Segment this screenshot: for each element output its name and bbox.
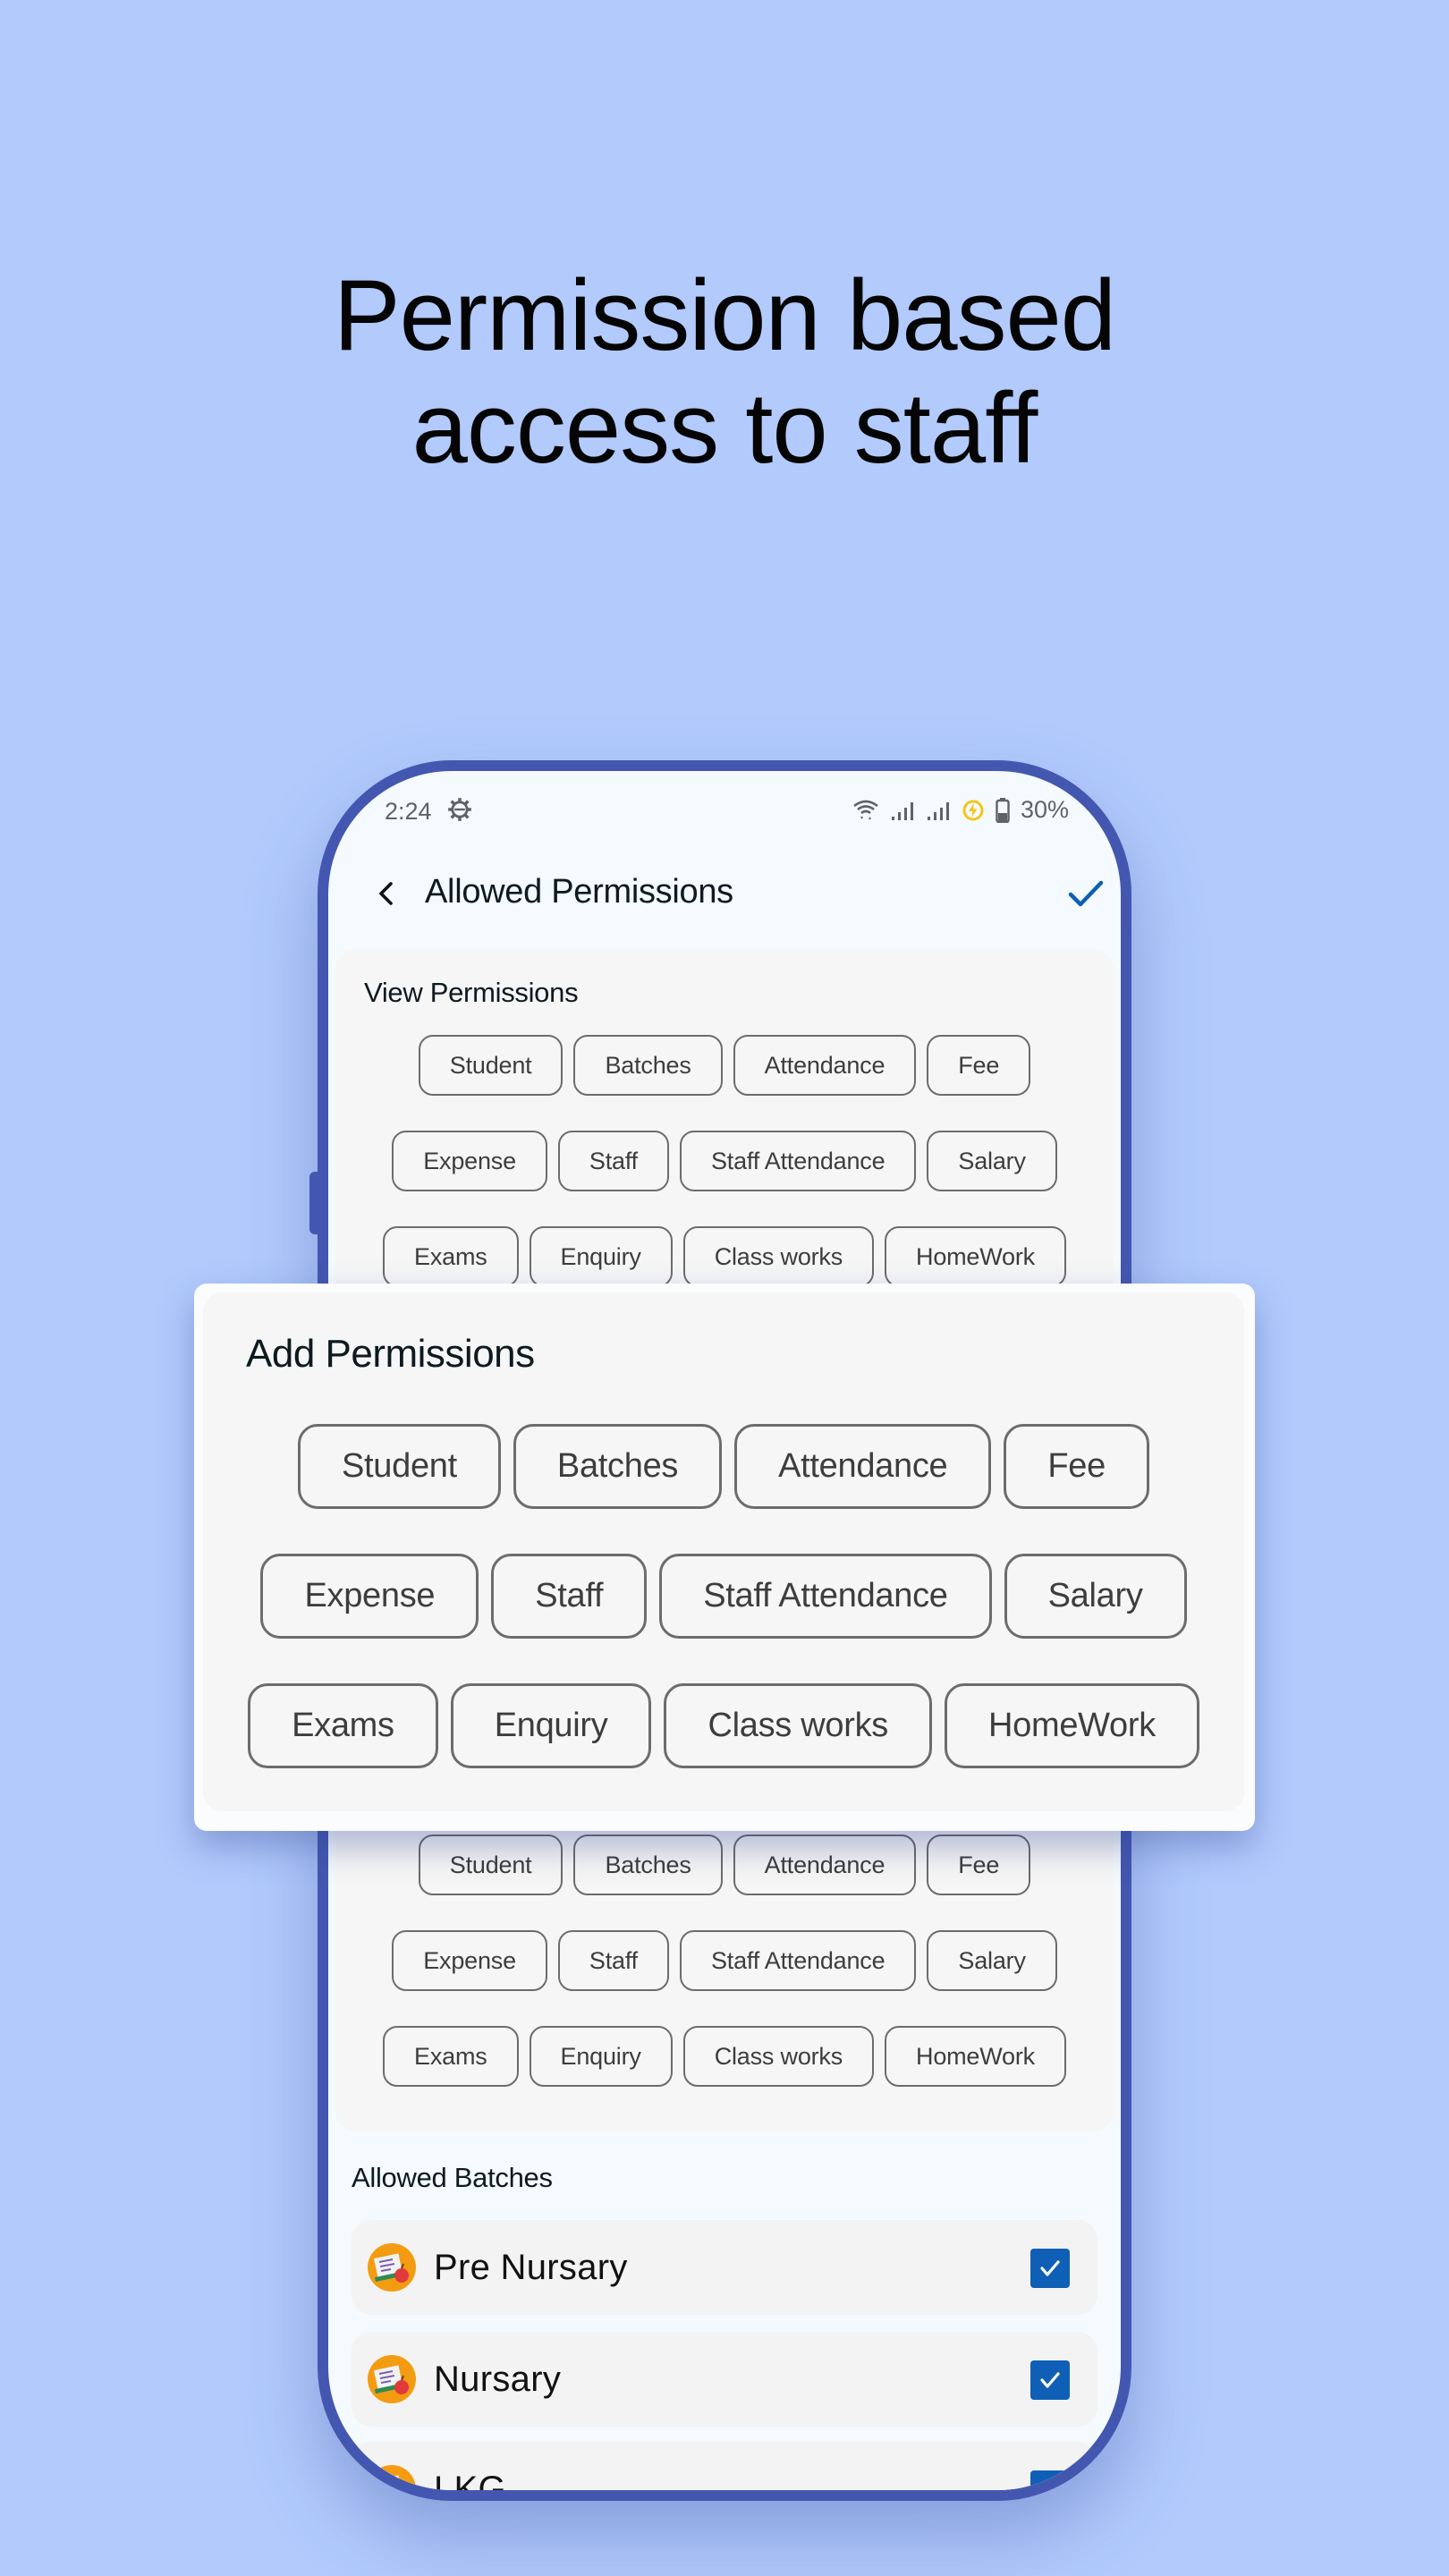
headline: Permission based access to staff [0,259,1449,485]
wifi-icon [853,800,878,819]
add-chip-expense[interactable]: Expense [260,1554,479,1639]
lower-chip-staff-attendance[interactable]: Staff Attendance [679,1930,917,1991]
add-chip-exams[interactable]: Exams [248,1683,438,1768]
batch-name: LKG [434,2470,506,2501]
settings-gear-icon [448,798,471,821]
checkmark-icon [1040,2482,1060,2490]
view-permissions-row-1: Student Batches Attendance Fee [335,1035,1114,1096]
view-chip-class-works[interactable]: Class works [682,1226,875,1287]
lower-chip-class-works[interactable]: Class works [682,2026,875,2087]
batch-checkbox-checked[interactable] [1030,2470,1070,2490]
add-chip-fee[interactable]: Fee [1004,1424,1149,1509]
lower-permissions-row-3: Exams Enquiry Class works HomeWork [335,2026,1114,2087]
lower-chip-student[interactable]: Student [418,1835,564,1895]
add-permissions-row-2: Expense Staff Staff Attendance Salary [203,1554,1244,1639]
headline-line-1: Permission based [333,259,1116,371]
lower-chip-expense[interactable]: Expense [392,1930,547,1991]
add-chip-homework[interactable]: HomeWork [944,1683,1199,1768]
add-permissions-panel: Add Permissions Student Batches Attendan… [203,1292,1244,1811]
add-chip-batches[interactable]: Batches [513,1424,723,1509]
batch-item[interactable]: Pre Nursary [352,2220,1097,2315]
batch-book-icon [368,2465,416,2490]
headline-line-2: access to staff [411,372,1038,484]
add-permissions-heading: Add Permissions [246,1332,535,1376]
view-permissions-heading: View Permissions [364,977,579,1008]
checkmark-icon[interactable] [1063,871,1108,916]
add-chip-salary[interactable]: Salary [1004,1554,1187,1639]
view-permissions-row-3: Exams Enquiry Class works HomeWork [335,1226,1114,1287]
batch-item[interactable]: LKG [352,2442,1097,2501]
battery-percent: 30% [1020,796,1069,823]
signal-icon-1 [891,801,913,820]
view-chip-staff[interactable]: Staff [557,1131,669,1191]
allowed-batches-heading: Allowed Batches [352,2162,553,2193]
lower-chip-attendance[interactable]: Attendance [733,1835,917,1895]
add-permissions-callout: Add Permissions Student Batches Attendan… [194,1284,1255,1831]
batch-item[interactable]: Nursary [352,2332,1097,2427]
batch-book-icon [368,2243,416,2292]
checkmark-icon [1040,2372,1060,2388]
lower-chip-exams[interactable]: Exams [383,2026,519,2087]
add-chip-student[interactable]: Student [298,1424,501,1509]
batch-name: Pre Nursary [434,2248,628,2287]
view-chip-exams[interactable]: Exams [383,1226,519,1287]
battery-icon [996,797,1010,823]
lower-chip-salary[interactable]: Salary [927,1930,1057,1991]
view-chip-attendance[interactable]: Attendance [733,1035,917,1096]
view-chip-batches[interactable]: Batches [573,1035,723,1096]
add-permissions-row-3: Exams Enquiry Class works HomeWork [203,1683,1244,1768]
batch-checkbox-checked[interactable] [1030,2360,1070,2400]
view-chip-fee[interactable]: Fee [927,1035,1031,1096]
batch-name: Nursary [434,2360,562,2399]
lower-chip-batches[interactable]: Batches [573,1835,723,1895]
add-chip-class-works[interactable]: Class works [664,1683,932,1768]
view-chip-homework[interactable]: HomeWork [885,1226,1066,1287]
status-icons: 30% [852,796,1069,824]
view-chip-student[interactable]: Student [418,1035,564,1096]
status-bar: 2:24 30% [328,771,1121,852]
app-bar: Allowed Permissions [328,852,1121,941]
view-permissions-row-2: Expense Staff Staff Attendance Salary [335,1131,1114,1191]
view-chip-salary[interactable]: Salary [927,1131,1057,1191]
batch-book-icon [368,2355,416,2403]
batch-checkbox-checked[interactable] [1030,2249,1070,2288]
chevron-left-icon[interactable] [369,876,404,911]
lower-chip-fee[interactable]: Fee [927,1835,1031,1895]
add-chip-attendance[interactable]: Attendance [734,1424,992,1509]
status-time: 2:24 [385,798,432,825]
lower-permissions-row-1: Student Batches Attendance Fee [335,1835,1114,1895]
signal-icon-2 [927,801,949,820]
checkmark-icon [1040,2260,1060,2276]
view-chip-enquiry[interactable]: Enquiry [529,1226,673,1287]
add-chip-staff[interactable]: Staff [491,1554,648,1639]
page-title: Allowed Permissions [425,873,733,911]
lower-chip-enquiry[interactable]: Enquiry [529,2026,673,2087]
power-saving-icon [962,800,984,820]
view-chip-staff-attendance[interactable]: Staff Attendance [679,1131,917,1191]
add-permissions-row-1: Student Batches Attendance Fee [203,1424,1244,1509]
lower-permissions-row-2: Expense Staff Staff Attendance Salary [335,1930,1114,1991]
view-chip-expense[interactable]: Expense [392,1131,547,1191]
add-chip-staff-attendance[interactable]: Staff Attendance [659,1554,992,1639]
lower-chip-staff[interactable]: Staff [557,1930,669,1991]
lower-chip-homework[interactable]: HomeWork [885,2026,1066,2087]
add-chip-enquiry[interactable]: Enquiry [450,1683,652,1768]
